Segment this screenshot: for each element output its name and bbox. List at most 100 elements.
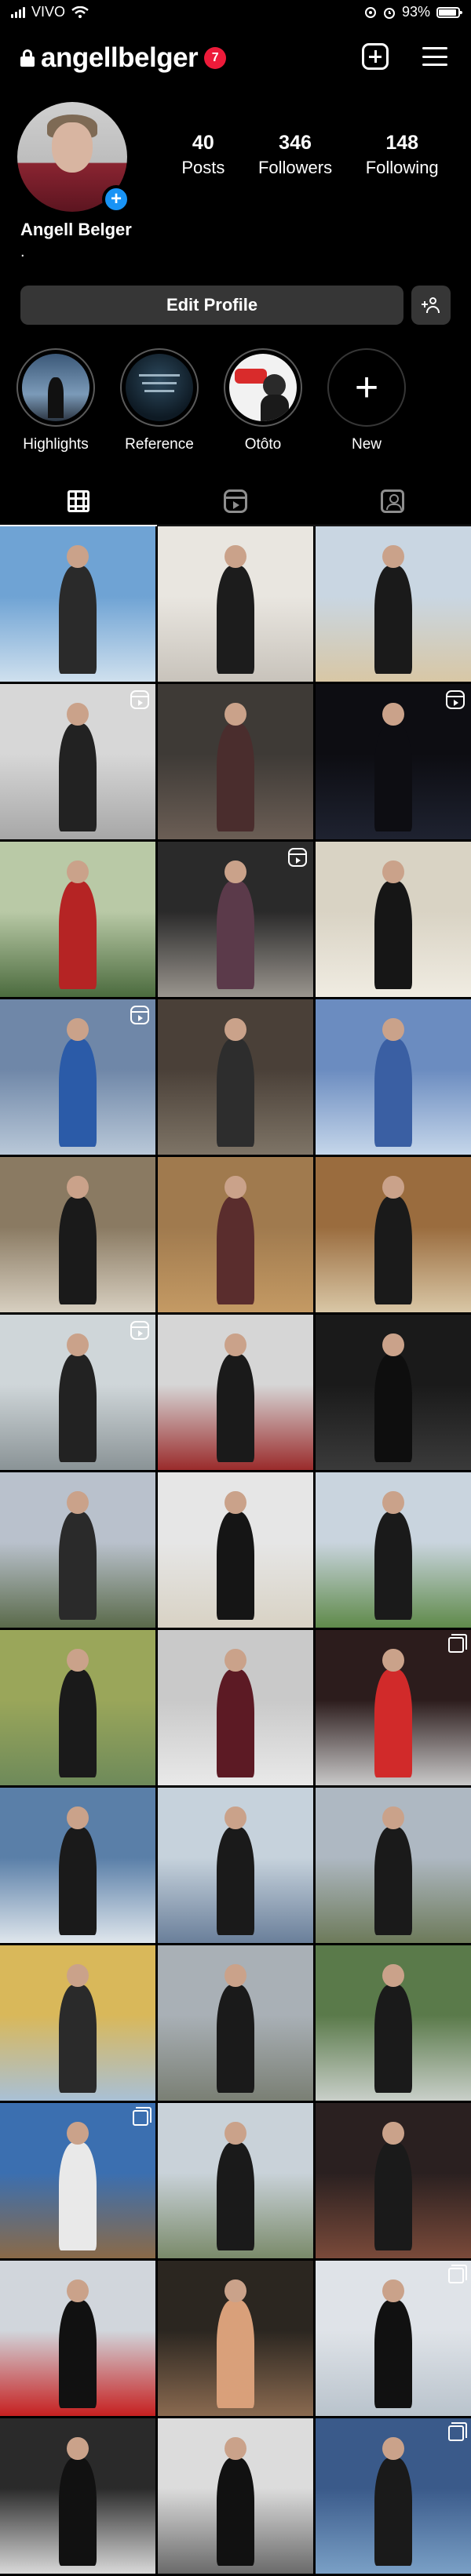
post-thumbnail[interactable] [0, 2261, 155, 2416]
post-thumbnail[interactable] [0, 1315, 155, 1470]
wifi-icon [71, 5, 89, 18]
post-thumbnail[interactable] [0, 1945, 155, 2101]
alarm-icon [383, 7, 395, 19]
add-story-plus-icon[interactable]: + [102, 185, 130, 213]
post-thumbnail[interactable] [316, 1472, 471, 1628]
post-thumbnail[interactable] [0, 842, 155, 997]
create-button[interactable] [360, 41, 391, 72]
signal-icon [11, 6, 25, 18]
post-subject-head [225, 1963, 246, 1988]
post-thumbnail[interactable] [158, 842, 313, 997]
post-subject [59, 1668, 97, 1778]
grid-icon [68, 490, 89, 512]
post-subject [59, 2457, 97, 2567]
post-thumbnail[interactable] [158, 1788, 313, 1943]
tab-tagged[interactable] [314, 477, 471, 526]
new-highlight-button[interactable]: + New [323, 348, 410, 453]
post-subject [59, 1195, 97, 1305]
stat-posts[interactable]: 40 Posts [181, 132, 225, 178]
post-subject [59, 880, 97, 990]
post-thumbnail[interactable] [316, 1945, 471, 2101]
post-subject [374, 1668, 412, 1778]
post-thumbnail[interactable] [158, 526, 313, 682]
post-subject-head [382, 1963, 404, 1988]
reel-icon [288, 848, 307, 867]
reel-icon [446, 690, 465, 709]
post-thumbnail[interactable] [316, 2418, 471, 2574]
post-thumbnail[interactable] [0, 1472, 155, 1628]
post-subject [217, 1984, 254, 2094]
stat-followers[interactable]: 346 Followers [258, 132, 332, 178]
post-subject-head [225, 860, 246, 884]
highlight-item[interactable]: Highlights [13, 348, 99, 453]
carousel-icon [448, 2265, 467, 2283]
location-icon [364, 6, 376, 18]
battery-icon [436, 6, 462, 18]
post-subject-head [382, 1648, 404, 1672]
post-thumbnail[interactable] [316, 526, 471, 682]
highlight-item[interactable]: Otôto [220, 348, 306, 453]
profile-avatar[interactable]: + [17, 102, 130, 215]
add-person-icon [422, 297, 440, 313]
post-thumbnail[interactable] [158, 999, 313, 1155]
post-thumbnail[interactable] [158, 1630, 313, 1785]
post-subject-head [382, 544, 404, 569]
edit-profile-button[interactable]: Edit Profile [20, 286, 403, 325]
post-thumbnail[interactable] [158, 684, 313, 839]
tab-posts[interactable] [0, 477, 157, 526]
post-thumbnail[interactable] [316, 1788, 471, 1943]
status-left: VIVO [11, 4, 89, 20]
post-subject-head [67, 1806, 89, 1830]
post-subject [374, 880, 412, 990]
post-subject-head [67, 2436, 89, 2461]
post-thumbnail[interactable] [316, 684, 471, 839]
post-thumbnail[interactable] [316, 842, 471, 997]
post-subject-head [225, 2279, 246, 2303]
post-thumbnail[interactable] [0, 1630, 155, 1785]
post-subject-head [225, 1490, 246, 1515]
post-subject-head [67, 1017, 89, 1042]
post-thumbnail[interactable] [316, 999, 471, 1155]
post-thumbnail[interactable] [158, 1945, 313, 2101]
status-bar: VIVO 93% [0, 0, 471, 24]
post-thumbnail[interactable] [158, 1315, 313, 1470]
post-thumbnail[interactable] [0, 2418, 155, 2574]
post-thumbnail[interactable] [158, 1472, 313, 1628]
tab-reels[interactable] [157, 477, 314, 526]
stat-label: Posts [181, 158, 225, 177]
post-thumbnail[interactable] [0, 1788, 155, 1943]
post-thumbnail[interactable] [158, 1157, 313, 1312]
carrier-name: VIVO [31, 4, 66, 20]
post-subject-head [382, 702, 404, 726]
post-thumbnail[interactable] [316, 2261, 471, 2416]
post-thumbnail[interactable] [316, 1157, 471, 1312]
post-thumbnail[interactable] [158, 2103, 313, 2258]
post-subject [374, 1195, 412, 1305]
post-thumbnail[interactable] [316, 2103, 471, 2258]
carousel-icon [133, 2107, 152, 2126]
post-thumbnail[interactable] [158, 2261, 313, 2416]
post-subject [374, 2299, 412, 2409]
post-thumbnail[interactable] [158, 2418, 313, 2574]
stat-following[interactable]: 148 Following [366, 132, 439, 178]
profile-stats: 40 Posts 346 Followers 148 Following [165, 132, 455, 178]
post-thumbnail[interactable] [316, 1630, 471, 1785]
post-thumbnail[interactable] [316, 1315, 471, 1470]
menu-button[interactable] [419, 41, 451, 72]
highlight-label: New [351, 436, 382, 453]
discover-people-button[interactable] [411, 286, 451, 325]
post-subject [374, 565, 412, 675]
status-right: 93% [364, 4, 462, 20]
post-thumbnail[interactable] [0, 2103, 155, 2258]
post-thumbnail[interactable] [0, 526, 155, 682]
stat-label: Followers [257, 158, 333, 177]
post-subject [217, 1668, 254, 1778]
post-thumbnail[interactable] [0, 999, 155, 1155]
post-thumbnail[interactable] [0, 1157, 155, 1312]
highlight-item[interactable]: Reference [116, 348, 203, 453]
account-switcher[interactable]: angellbelger 7 [20, 42, 227, 74]
post-subject-head [67, 1648, 89, 1672]
post-subject-head [382, 1490, 404, 1515]
post-subject [217, 2141, 254, 2251]
post-thumbnail[interactable] [0, 684, 155, 839]
